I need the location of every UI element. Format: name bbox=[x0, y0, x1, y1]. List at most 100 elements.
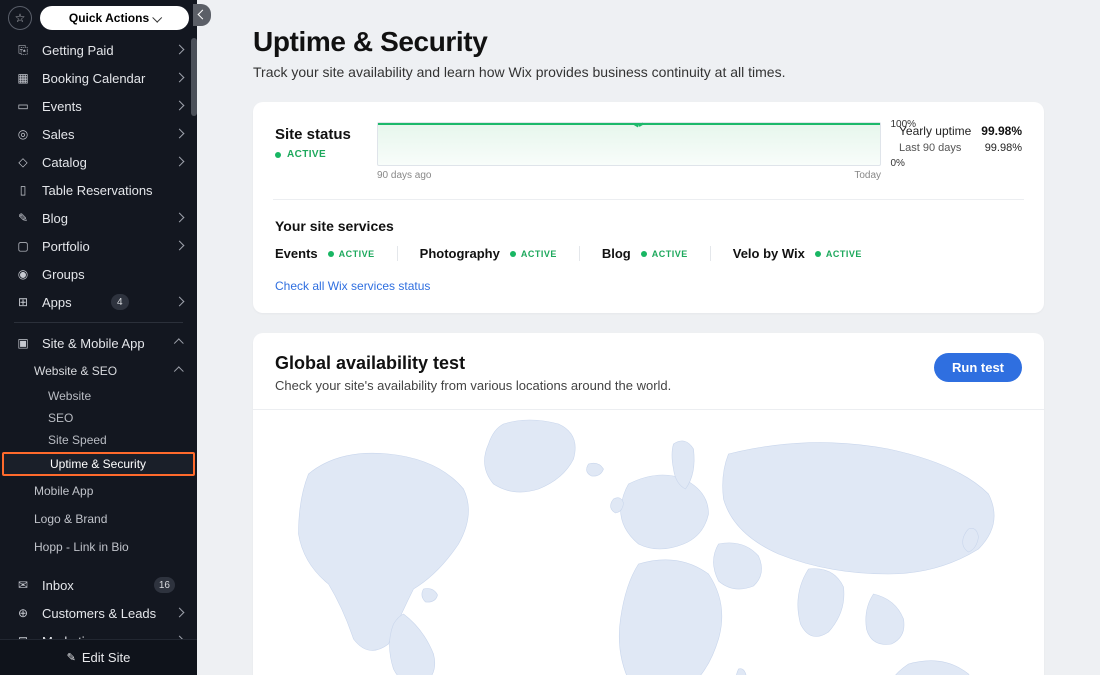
sidebar-item[interactable]: ▯ Table Reservations bbox=[0, 176, 197, 204]
sidebar-item[interactable]: ⊕ Customers & Leads bbox=[0, 599, 197, 627]
sidebar-item-site-mobile-app[interactable]: ▣ Site & Mobile App bbox=[0, 329, 197, 357]
sidebar-subitem[interactable]: Uptime & Security bbox=[2, 452, 195, 476]
sidebar-subitem[interactable]: Logo & Brand bbox=[0, 505, 197, 533]
status-dot-icon bbox=[328, 251, 334, 257]
world-map bbox=[253, 414, 1044, 675]
uptime-line bbox=[378, 123, 880, 125]
sidebar-item-label: Catalog bbox=[42, 155, 87, 170]
check-services-link[interactable]: Check all Wix services status bbox=[275, 279, 1022, 293]
nav-icon: ◉ bbox=[14, 267, 32, 281]
status-dot-icon bbox=[641, 251, 647, 257]
services-row: Events ACTIVEPhotography ACTIVEBlog ACTI… bbox=[275, 246, 1022, 261]
sidebar-subitem[interactable]: SEO bbox=[0, 407, 197, 429]
x-axis-end: Today bbox=[854, 170, 881, 181]
service-item: Blog ACTIVE bbox=[580, 246, 711, 261]
nav-badge: 4 bbox=[111, 294, 129, 310]
sidebar-item[interactable]: ✎ Blog bbox=[0, 204, 197, 232]
collapse-sidebar-button[interactable] bbox=[193, 4, 211, 26]
run-test-button[interactable]: Run test bbox=[934, 353, 1022, 382]
nav-icon: ✉ bbox=[14, 578, 32, 592]
nav-icon: ◇ bbox=[14, 155, 32, 169]
chevron-up-icon bbox=[176, 366, 183, 377]
uptime-chart: 100% 0% 90 days ago Today bbox=[377, 122, 881, 181]
service-name: Velo by Wix bbox=[733, 246, 805, 261]
status-dot-icon bbox=[510, 251, 516, 257]
chevron-down-icon bbox=[153, 11, 160, 25]
sidebar-item-label: Customers & Leads bbox=[42, 606, 156, 621]
sidebar-item[interactable]: ◎ Sales bbox=[0, 120, 197, 148]
sidebar-item[interactable]: ⊞ Apps 4 bbox=[0, 288, 197, 316]
card-divider bbox=[273, 199, 1024, 200]
yearly-uptime-value: 99.98% bbox=[981, 124, 1022, 138]
sidebar-item-label: Blog bbox=[42, 211, 68, 226]
sidebar-subitem[interactable]: Mobile App bbox=[0, 477, 197, 505]
sidebar-item-label: Booking Calendar bbox=[42, 71, 145, 86]
page-subtitle: Track your site availability and learn h… bbox=[253, 64, 1044, 80]
sidebar-item[interactable]: ▦ Booking Calendar bbox=[0, 64, 197, 92]
chevron-up-icon bbox=[176, 338, 183, 349]
sidebar: ☆ Quick Actions ⎘ Getting Paid ▦ Booking… bbox=[0, 0, 197, 675]
chevron-right-icon bbox=[176, 241, 183, 252]
nav-badge: 16 bbox=[154, 577, 175, 593]
service-name: Photography bbox=[420, 246, 500, 261]
sidebar-item[interactable]: ⎘ Getting Paid bbox=[0, 36, 197, 64]
status-dot-icon bbox=[275, 152, 281, 158]
nav-icon: ▭ bbox=[14, 99, 32, 113]
card-divider bbox=[253, 409, 1044, 410]
nav-icon: ▢ bbox=[14, 239, 32, 253]
service-status: ACTIVE bbox=[328, 249, 375, 259]
sidebar-item-label: Sales bbox=[42, 127, 75, 142]
sidebar-item[interactable]: ◉ Groups bbox=[0, 260, 197, 288]
sidebar-item-label: Inbox bbox=[42, 578, 74, 593]
chevron-left-icon bbox=[199, 10, 206, 21]
chevron-right-icon bbox=[176, 297, 183, 308]
nav-icon: ▯ bbox=[14, 183, 32, 197]
nav-icon: ⊞ bbox=[14, 295, 32, 309]
service-status: ACTIVE bbox=[510, 249, 557, 259]
sidebar-item-label: Events bbox=[42, 99, 82, 114]
service-name: Blog bbox=[602, 246, 631, 261]
chevron-right-icon bbox=[176, 101, 183, 112]
y-axis-bottom: 0% bbox=[890, 158, 916, 169]
edit-site-button[interactable]: ✎ Edit Site bbox=[0, 639, 197, 675]
site-status-card: Site status ACTIVE 100% 0% 90 days ago bbox=[253, 102, 1044, 313]
favorite-site-icon[interactable]: ☆ bbox=[8, 6, 32, 30]
sidebar-subitem[interactable]: Website bbox=[0, 385, 197, 407]
sidebar-item-label: Getting Paid bbox=[42, 43, 114, 58]
sidebar-item[interactable]: ◇ Catalog bbox=[0, 148, 197, 176]
nav-icon: ◎ bbox=[14, 127, 32, 141]
service-item: Photography ACTIVE bbox=[398, 246, 580, 261]
nav-icon: ▦ bbox=[14, 71, 32, 85]
quick-actions-label: Quick Actions bbox=[69, 11, 149, 25]
chevron-right-icon bbox=[176, 608, 183, 619]
sidebar-subitem[interactable]: Site Speed bbox=[0, 429, 197, 451]
chevron-right-icon bbox=[176, 45, 183, 56]
service-status: ACTIVE bbox=[641, 249, 688, 259]
chevron-right-icon bbox=[176, 157, 183, 168]
sidebar-item[interactable]: ▢ Portfolio bbox=[0, 232, 197, 260]
chevron-right-icon bbox=[176, 129, 183, 140]
global-card-title: Global availability test bbox=[275, 353, 671, 374]
sidebar-sub-label: Website & SEO bbox=[34, 364, 117, 378]
scrollbar-thumb[interactable] bbox=[191, 38, 197, 116]
site-status-value: ACTIVE bbox=[287, 149, 326, 160]
sidebar-item[interactable]: ⊟ Marketing bbox=[0, 627, 197, 639]
nav-icon: ✎ bbox=[14, 211, 32, 225]
sidebar-topbar: ☆ Quick Actions bbox=[0, 0, 197, 36]
sidebar-item[interactable]: ✉ Inbox 16 bbox=[0, 571, 197, 599]
page-title: Uptime & Security bbox=[253, 26, 1044, 58]
service-item: Velo by Wix ACTIVE bbox=[711, 246, 884, 261]
service-status: ACTIVE bbox=[815, 249, 862, 259]
sidebar-sub-website-seo[interactable]: Website & SEO bbox=[0, 357, 197, 385]
sidebar-item-label: Portfolio bbox=[42, 239, 90, 254]
global-card-subtitle: Check your site's availability from vari… bbox=[275, 378, 671, 393]
nav-separator bbox=[14, 322, 183, 323]
y-axis-top: 100% bbox=[890, 119, 916, 130]
sidebar-scroll[interactable]: ⎘ Getting Paid ▦ Booking Calendar ▭ Even… bbox=[0, 36, 197, 639]
sidebar-item[interactable]: ▭ Events bbox=[0, 92, 197, 120]
chevron-right-icon bbox=[176, 73, 183, 84]
sidebar-subitem[interactable]: Hopp - Link in Bio bbox=[0, 533, 197, 561]
site-status-indicator: ACTIVE bbox=[275, 149, 359, 160]
quick-actions-button[interactable]: Quick Actions bbox=[40, 6, 189, 30]
main-content: Uptime & Security Track your site availa… bbox=[197, 0, 1100, 675]
